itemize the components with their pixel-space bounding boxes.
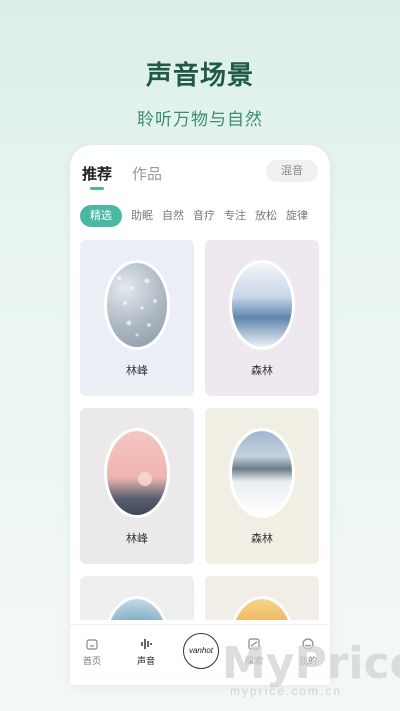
rain-glass-image bbox=[104, 260, 170, 350]
scene-card-label: 森林 bbox=[251, 365, 273, 377]
blue-wave-image bbox=[104, 596, 170, 620]
hero-subtitle: 聆听万物与自然 bbox=[137, 110, 263, 129]
golden-sunset-image bbox=[229, 596, 295, 620]
pink-sunset-image bbox=[104, 428, 170, 518]
chip-melody[interactable]: 旋律 bbox=[286, 205, 308, 227]
waveform-icon bbox=[141, 639, 152, 649]
tab-recommend[interactable]: 推荐 bbox=[82, 163, 112, 184]
app-screen: 推荐 作品 混音 精选 助眠 自然 音疗 专注 放松 旋律 林峰 森林 林峰 森… bbox=[70, 145, 330, 685]
nav-home[interactable]: 首页 bbox=[72, 637, 112, 667]
chip-focus[interactable]: 专注 bbox=[224, 205, 246, 227]
misty-mountains-image bbox=[229, 260, 295, 350]
chip-nature[interactable]: 自然 bbox=[162, 205, 184, 227]
scene-card[interactable]: 森林 bbox=[205, 408, 319, 564]
center-logo-button[interactable]: vanhot bbox=[183, 633, 219, 669]
nav-home-label: 首页 bbox=[82, 656, 101, 666]
nav-sound-label: 声音 bbox=[136, 656, 155, 666]
hero-title: 声音场景 bbox=[145, 60, 254, 90]
mix-button[interactable]: 混音 bbox=[266, 160, 318, 182]
scene-card[interactable]: 林峰 bbox=[80, 240, 194, 396]
scene-card[interactable]: 林峰 bbox=[80, 408, 194, 564]
tab-works[interactable]: 作品 bbox=[132, 163, 162, 184]
nav-sound[interactable]: 声音 bbox=[126, 637, 166, 667]
snowy-peaks-image bbox=[229, 428, 295, 518]
chip-sleep[interactable]: 助眠 bbox=[131, 205, 153, 227]
home-icon bbox=[86, 639, 98, 650]
scene-card[interactable] bbox=[205, 576, 319, 620]
watermark-logo: MyPrice bbox=[222, 638, 400, 689]
scene-card[interactable]: 森林 bbox=[205, 240, 319, 396]
active-tab-indicator bbox=[90, 187, 104, 190]
chip-sound-therapy[interactable]: 音疗 bbox=[193, 205, 215, 227]
watermark-url: myprice.com.cn bbox=[230, 684, 343, 698]
scene-grid: 林峰 森林 林峰 森林 bbox=[80, 240, 320, 620]
category-chips: 精选 助眠 自然 音疗 专注 放松 旋律 bbox=[80, 205, 330, 229]
chip-relax[interactable]: 放松 bbox=[255, 205, 277, 227]
scene-card[interactable] bbox=[80, 576, 194, 620]
scene-card-label: 林峰 bbox=[126, 365, 148, 377]
tab-bar: 推荐 作品 混音 bbox=[82, 157, 318, 191]
chip-featured[interactable]: 精选 bbox=[80, 205, 122, 227]
scene-card-label: 森林 bbox=[251, 533, 273, 545]
scene-card-label: 林峰 bbox=[126, 533, 148, 545]
